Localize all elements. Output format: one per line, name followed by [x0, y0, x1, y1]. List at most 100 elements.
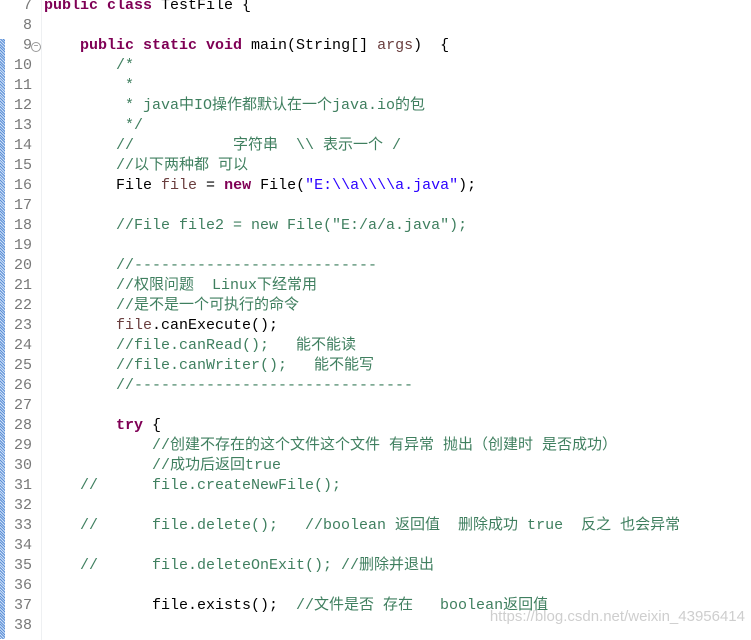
fold-collapse-icon[interactable]: − — [31, 42, 41, 52]
code-line[interactable]: 29 //创建不存在的这个文件这个文件 有异常 抛出（创建时 是否成功） — [0, 436, 751, 456]
code-line[interactable]: 13 */ — [0, 116, 751, 136]
code-line[interactable]: 7 public class TestFile { — [0, 0, 751, 16]
code-text: //成功后返回true — [44, 456, 281, 476]
cm-token: /* — [44, 57, 135, 74]
code-line[interactable]: 17 — [0, 196, 751, 216]
line-number: 38 — [13, 617, 32, 634]
cm-token: // file.createNewFile(); — [44, 477, 342, 494]
line-number: 35 — [13, 557, 32, 574]
code-text: public static void main(String[] args) { — [44, 36, 449, 56]
cm-token: * — [44, 77, 135, 94]
line-number: 21 — [13, 277, 32, 294]
code-text: // file.createNewFile(); — [44, 476, 341, 496]
plain-token: File — [44, 177, 162, 194]
cm-token: // file.delete(); //boolean 返回值 删除成功 tru… — [44, 517, 681, 534]
code-line[interactable]: 27 — [0, 396, 751, 416]
code-text: //--------------------------- — [44, 256, 377, 276]
line-number: 34 — [13, 537, 32, 554]
line-number: 7 — [22, 0, 32, 14]
cm-token: //File file2 = new File("E:/a/a.java"); — [44, 217, 468, 234]
code-line[interactable]: 34 — [0, 536, 751, 556]
code-line[interactable]: 24 //file.canRead(); 能不能读 — [0, 336, 751, 356]
code-text: //file.canRead(); 能不能读 — [44, 336, 356, 356]
kw-token: try — [116, 417, 144, 434]
cm-token: // file.deleteOnExit(); //删除并退出 — [44, 557, 435, 574]
code-text: public class TestFile { — [44, 0, 251, 16]
code-line[interactable]: 36 — [0, 576, 751, 596]
plain-token: TestFile { — [152, 0, 252, 14]
code-line[interactable]: 15 //以下两种都 可以 — [0, 156, 751, 176]
code-text: file.exists(); //文件是否 存在 boolean返回值 — [44, 596, 548, 616]
code-line[interactable]: 31 // file.createNewFile(); — [0, 476, 751, 496]
cm-token: //file.canWriter(); 能不能写 — [44, 357, 375, 374]
code-text: //------------------------------- — [44, 376, 413, 396]
code-line[interactable]: 18 //File file2 = new File("E:/a/a.java"… — [0, 216, 751, 236]
code-line[interactable]: 28 try { — [0, 416, 751, 436]
code-line[interactable]: 10 /* — [0, 56, 751, 76]
code-text: //权限问题 Linux下经常用 — [44, 276, 317, 296]
plain-token: File( — [251, 177, 306, 194]
cm-token: //file.canRead(); 能不能读 — [44, 337, 357, 354]
line-number: 37 — [13, 597, 32, 614]
code-text: * java中IO操作都默认在一个java.io的包 — [44, 96, 425, 116]
code-line[interactable]: 11 * — [0, 76, 751, 96]
plain-token: .canExecute(); — [152, 317, 279, 334]
code-text: // file.deleteOnExit(); //删除并退出 — [44, 556, 434, 576]
line-number: 23 — [13, 317, 32, 334]
line-number: 26 — [13, 377, 32, 394]
cm-token: * java中IO操作都默认在一个java.io的包 — [44, 97, 426, 114]
cm-token: //------------------------------- — [44, 377, 414, 394]
line-number: 11 — [13, 77, 32, 94]
line-number: 27 — [13, 397, 32, 414]
code-line[interactable]: 21 //权限问题 Linux下经常用 — [0, 276, 751, 296]
code-text: //file.canWriter(); 能不能写 — [44, 356, 374, 376]
line-number: 36 — [13, 577, 32, 594]
plain-token: main(String[] — [242, 37, 378, 54]
var-token: file — [161, 177, 198, 194]
line-number: 22 — [13, 297, 32, 314]
code-text: * — [44, 76, 134, 96]
code-text: // file.delete(); //boolean 返回值 删除成功 tru… — [44, 516, 680, 536]
cm-token: //--------------------------- — [44, 257, 378, 274]
code-editor[interactable]: 7 public class TestFile { 8 9− public stati… — [0, 0, 751, 636]
line-number: 25 — [13, 357, 32, 374]
code-line[interactable]: 23 file.canExecute(); — [0, 316, 751, 336]
code-line[interactable]: 20 //--------------------------- — [0, 256, 751, 276]
code-line[interactable]: 26 //------------------------------- — [0, 376, 751, 396]
code-text: try { — [44, 416, 161, 436]
line-number: 33 — [13, 517, 32, 534]
watermark: https://blog.csdn.net/weixin_43956414 — [489, 608, 745, 625]
code-line[interactable]: 30 //成功后返回true — [0, 456, 751, 476]
code-text: //File file2 = new File("E:/a/a.java"); — [44, 216, 467, 236]
plain-token: ); — [458, 177, 477, 194]
var-token: args — [377, 37, 414, 54]
code-text: /* — [44, 56, 134, 76]
line-number: 13 — [13, 117, 32, 134]
code-text: // 字符串 \\ 表示一个 / — [44, 136, 401, 156]
cm-token: //成功后返回true — [44, 457, 282, 474]
code-line[interactable]: 8 — [0, 16, 751, 36]
code-line[interactable]: 32 — [0, 496, 751, 516]
code-line[interactable]: 12 * java中IO操作都默认在一个java.io的包 — [0, 96, 751, 116]
code-line[interactable]: 22 //是不是一个可执行的命令 — [0, 296, 751, 316]
line-number: 17 — [13, 197, 32, 214]
line-number: 24 — [13, 337, 32, 354]
str-token: "E:\\a\\\\a.java" — [305, 177, 459, 194]
line-number: 20 — [13, 257, 32, 274]
code-line[interactable]: 35 // file.deleteOnExit(); //删除并退出 — [0, 556, 751, 576]
code-text: file.canExecute(); — [44, 316, 278, 336]
line-number: 15 — [13, 157, 32, 174]
code-line[interactable]: 25 //file.canWriter(); 能不能写 — [0, 356, 751, 376]
code-line[interactable]: 9− public static void main(String[] args… — [0, 36, 751, 56]
code-line[interactable]: 16 File file = new File("E:\\a\\\\a.java… — [0, 176, 751, 196]
line-number: 28 — [13, 417, 32, 434]
code-line[interactable]: 33 // file.delete(); //boolean 返回值 删除成功 … — [0, 516, 751, 536]
line-number: 29 — [13, 437, 32, 454]
line-number: 8 — [22, 17, 32, 34]
code-text: File file = new File("E:\\a\\\\a.java"); — [44, 176, 476, 196]
code-line[interactable]: 19 — [0, 236, 751, 256]
line-number: 31 — [13, 477, 32, 494]
code-line[interactable]: 14 // 字符串 \\ 表示一个 / — [0, 136, 751, 156]
var-token: file — [116, 317, 153, 334]
